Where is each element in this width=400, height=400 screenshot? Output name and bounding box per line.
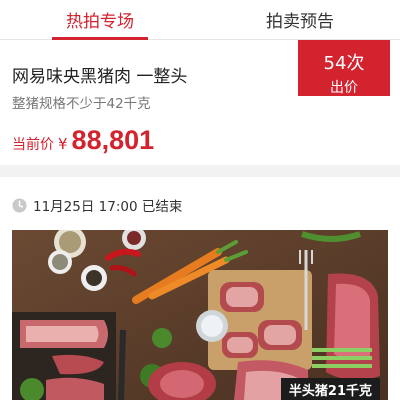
current-price: 当前价 ¥ 88,801 <box>12 125 154 156</box>
tab-bar: 热拍专场 拍卖预告 <box>0 0 400 40</box>
auction-item[interactable]: 网易味央黑猪肉 一整头 整猪规格不少于42千克 54次 出价 当前价 ¥ 88,… <box>0 40 400 165</box>
pork-cuts-illustration <box>12 230 388 400</box>
item-spec: 整猪规格不少于42千克 <box>12 96 151 112</box>
bid-count-badge: 54次 出价 <box>298 40 390 96</box>
weight-tag: 半头猪21千克 <box>280 378 380 400</box>
auction-status-text: 11月25日 17:00 已结束 <box>33 199 183 215</box>
tab-auction-preview[interactable]: 拍卖预告 <box>200 0 400 39</box>
section-divider <box>0 165 400 177</box>
product-photo[interactable]: 半头猪21千克 <box>12 230 388 400</box>
item-title: 网易味央黑猪肉 一整头 <box>12 67 188 87</box>
bid-label: 出价 <box>330 80 358 96</box>
price-currency: ¥ <box>58 135 68 153</box>
tab-hot-auction[interactable]: 热拍专场 <box>0 0 200 40</box>
clock-icon <box>12 197 27 213</box>
price-label: 当前价 <box>12 137 54 153</box>
bid-count: 54次 <box>323 53 365 74</box>
price-value: 88,801 <box>71 125 155 155</box>
auction-status: 11月25日 17:00 已结束 <box>12 195 182 215</box>
auction-card[interactable]: 11月25日 17:00 已结束 半头猪21千克 <box>0 177 400 400</box>
